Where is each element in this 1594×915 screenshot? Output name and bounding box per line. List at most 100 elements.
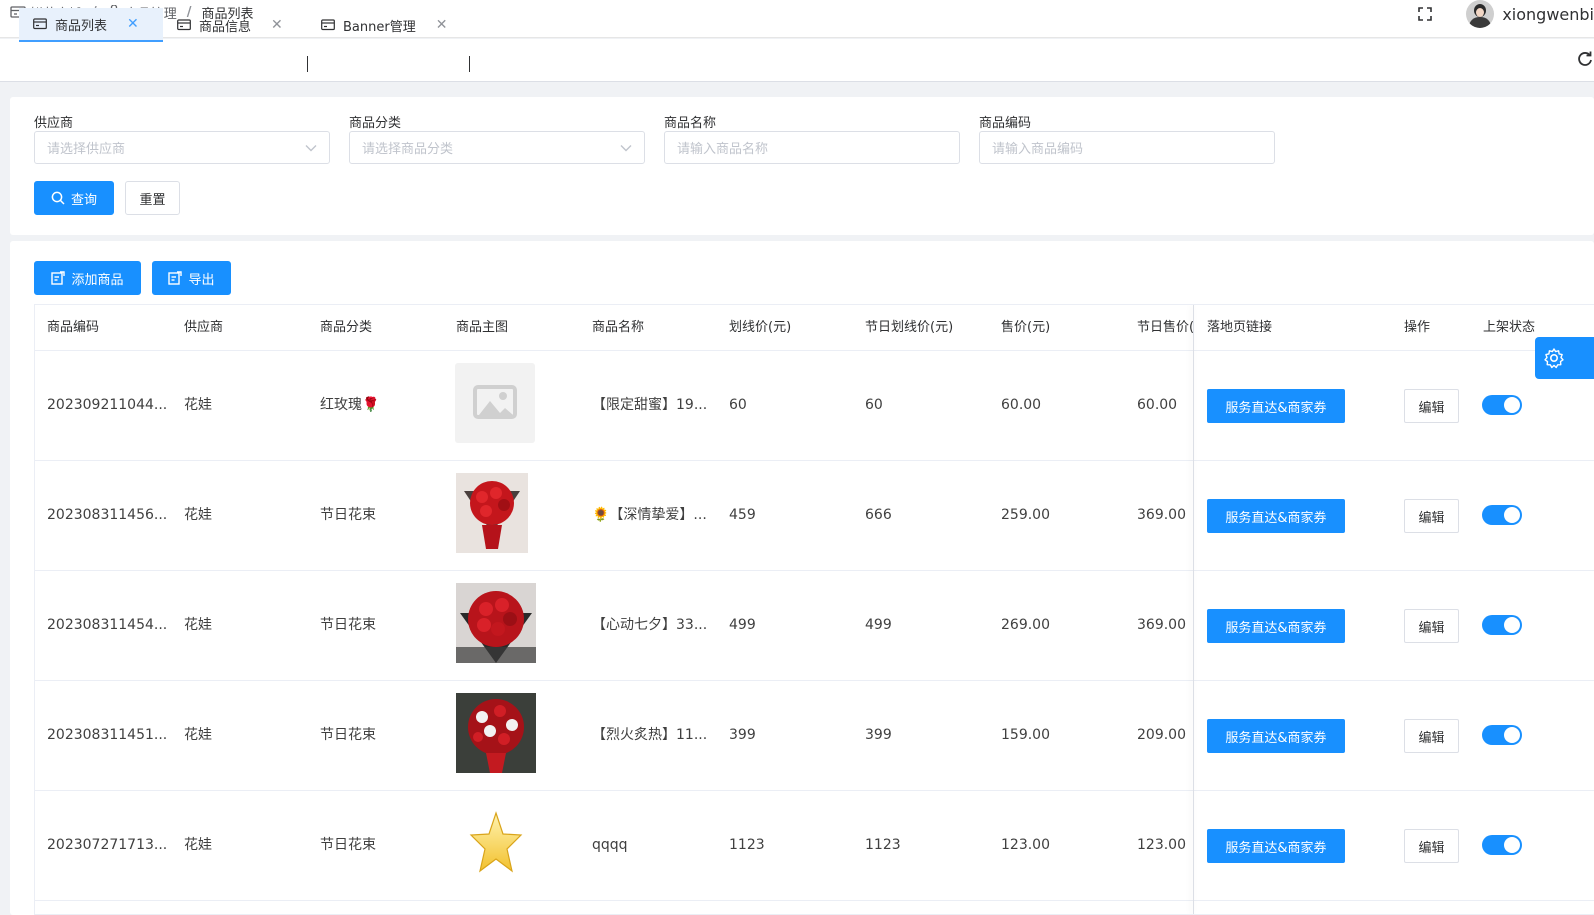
landing-link-button[interactable]: 服务直达&商家券	[1207, 389, 1345, 423]
settings-button[interactable]	[1535, 337, 1594, 379]
fullscreen-icon[interactable]	[1416, 5, 1434, 23]
category-label: 商品分类	[349, 116, 402, 131]
goods-table: 商品编码 供应商 商品分类 商品主图 商品名称 划线价(元) 节日划线价(元) …	[34, 304, 1594, 915]
cell-holiday-list-price: 399	[865, 727, 892, 743]
tab-label: 商品列表	[55, 18, 108, 34]
star-icon	[469, 809, 523, 879]
header-supplier: 供应商	[184, 320, 224, 335]
tab-label: 商品信息	[199, 19, 252, 35]
cell-list-price: 60	[729, 397, 747, 413]
name-placeholder: 请输入商品名称	[677, 142, 769, 157]
cell-price: 159.00	[1001, 727, 1050, 743]
header-code: 商品编码	[47, 320, 100, 335]
header-actions: 操作	[1404, 320, 1431, 335]
cell-name: qqqq	[592, 837, 628, 853]
landing-link-button[interactable]: 服务直达&商家券	[1207, 719, 1345, 753]
edit-button[interactable]: 编辑	[1404, 719, 1459, 753]
header-category: 商品分类	[320, 320, 373, 335]
cell-category: 红玫瑰🌹	[320, 397, 380, 413]
category-placeholder: 请选择商品分类	[362, 142, 454, 157]
add-goods-label: 添加商品	[71, 272, 124, 288]
bouquet-image	[456, 473, 528, 553]
cell-holiday-price: 123.00	[1137, 837, 1186, 853]
cell-category: 节日花束	[320, 617, 376, 633]
close-icon[interactable]: ✕	[436, 17, 448, 33]
on-shelf-toggle[interactable]	[1482, 615, 1522, 635]
name-label: 商品名称	[664, 116, 717, 131]
header-holiday-list-price: 节日划线价(元)	[865, 320, 954, 335]
cell-name: 【限定甜蜜】19...	[592, 397, 708, 413]
cell-price: 60.00	[1001, 397, 1042, 413]
landing-link-button[interactable]: 服务直达&商家券	[1207, 829, 1345, 863]
code-placeholder: 请输入商品编码	[992, 142, 1084, 157]
fixed-column-divider	[1193, 305, 1194, 914]
cell-list-price: 459	[729, 507, 756, 523]
cell-code: 202309211044...	[47, 397, 168, 413]
query-button[interactable]: 查询	[34, 181, 114, 215]
cell-holiday-price: 209.00	[1137, 727, 1186, 743]
reset-button[interactable]: 重置	[125, 181, 180, 215]
search-panel: 供应商 请选择供应商 商品分类 请选择商品分类 商品名称 请输入商品名称 商品编…	[10, 97, 1594, 235]
cell-holiday-price: 60.00	[1137, 397, 1178, 413]
header-status: 上架状态	[1483, 320, 1536, 335]
cell-category: 节日花束	[320, 727, 376, 743]
name-input[interactable]: 请输入商品名称	[664, 131, 960, 164]
export-button[interactable]: 导出	[152, 261, 231, 295]
supplier-select[interactable]: 请选择供应商	[34, 131, 330, 164]
cell-name: 【心动七夕】33...	[592, 617, 708, 633]
cell-list-price: 499	[729, 617, 756, 633]
card-icon	[177, 19, 191, 31]
username[interactable]: xiongwenbi	[1502, 5, 1594, 24]
cell-holiday-list-price: 60	[865, 397, 883, 413]
edit-button[interactable]: 编辑	[1404, 389, 1459, 423]
table-header: 商品编码 供应商 商品分类 商品主图 商品名称 划线价(元) 节日划线价(元) …	[35, 305, 1594, 351]
search-icon	[51, 191, 65, 205]
cell-holiday-list-price: 499	[865, 617, 892, 633]
cell-category: 节日花束	[320, 507, 376, 523]
cell-supplier: 花娃	[184, 617, 212, 633]
table-row: 202307271713... 花娃 节日花束 qqqq 1123 1123 1…	[35, 791, 1594, 901]
supplier-placeholder: 请选择供应商	[47, 142, 126, 157]
bouquet-image	[456, 693, 536, 773]
cell-list-price: 1123	[729, 837, 765, 853]
on-shelf-toggle[interactable]	[1482, 725, 1522, 745]
on-shelf-toggle[interactable]	[1482, 835, 1522, 855]
edit-button[interactable]: 编辑	[1404, 499, 1459, 533]
table-row: 202308311451... 花娃 节日花束 【烈火炙热】11... 399 …	[35, 681, 1594, 791]
name-field: 商品名称 请输入商品名称	[664, 117, 960, 164]
tab-banner[interactable]: Banner管理 ✕	[307, 8, 467, 42]
header-image: 商品主图	[456, 320, 509, 335]
close-icon[interactable]: ✕	[271, 17, 283, 33]
code-input[interactable]: 请输入商品编码	[979, 131, 1275, 164]
on-shelf-toggle[interactable]	[1482, 505, 1522, 525]
cell-holiday-list-price: 666	[865, 507, 892, 523]
supplier-label: 供应商	[34, 116, 74, 131]
chevron-down-icon	[305, 144, 317, 151]
cell-holiday-price: 369.00	[1137, 507, 1186, 523]
table-row: 202308311456... 花娃 节日花束 🌻【深情挚爱】... 459 6…	[35, 461, 1594, 571]
add-goods-button[interactable]: 添加商品	[34, 261, 141, 295]
cell-code: 202308311456...	[47, 507, 168, 523]
tab-divider	[307, 56, 308, 72]
cell-category: 节日花束	[320, 837, 376, 853]
refresh-icon[interactable]	[1576, 50, 1594, 68]
close-icon[interactable]: ✕	[127, 16, 139, 32]
cell-supplier: 花娃	[184, 727, 212, 743]
edit-button[interactable]: 编辑	[1404, 609, 1459, 643]
tab-goods-list[interactable]: 商品列表 ✕	[19, 8, 163, 42]
category-select[interactable]: 请选择商品分类	[349, 131, 645, 164]
cell-holiday-price: 369.00	[1137, 617, 1186, 633]
supplier-field: 供应商 请选择供应商	[34, 117, 330, 164]
on-shelf-toggle[interactable]	[1482, 395, 1522, 415]
tab-divider	[469, 56, 470, 72]
tab-label: Banner管理	[343, 19, 416, 35]
tab-goods-info[interactable]: 商品信息 ✕	[163, 8, 303, 42]
table-row: 202308311454... 花娃 节日花束 【心动七夕】33... 499 …	[35, 571, 1594, 681]
landing-link-button[interactable]: 服务直达&商家券	[1207, 609, 1345, 643]
cell-supplier: 花娃	[184, 397, 212, 413]
edit-button[interactable]: 编辑	[1404, 829, 1459, 863]
image-placeholder-icon	[455, 363, 535, 443]
landing-link-button[interactable]: 服务直达&商家券	[1207, 499, 1345, 533]
avatar[interactable]	[1466, 0, 1495, 28]
query-label: 查询	[70, 192, 97, 208]
